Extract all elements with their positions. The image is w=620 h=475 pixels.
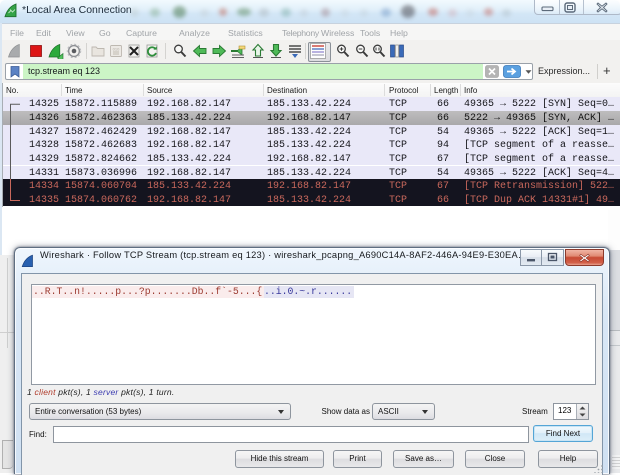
svg-text:010: 010 (113, 47, 120, 52)
